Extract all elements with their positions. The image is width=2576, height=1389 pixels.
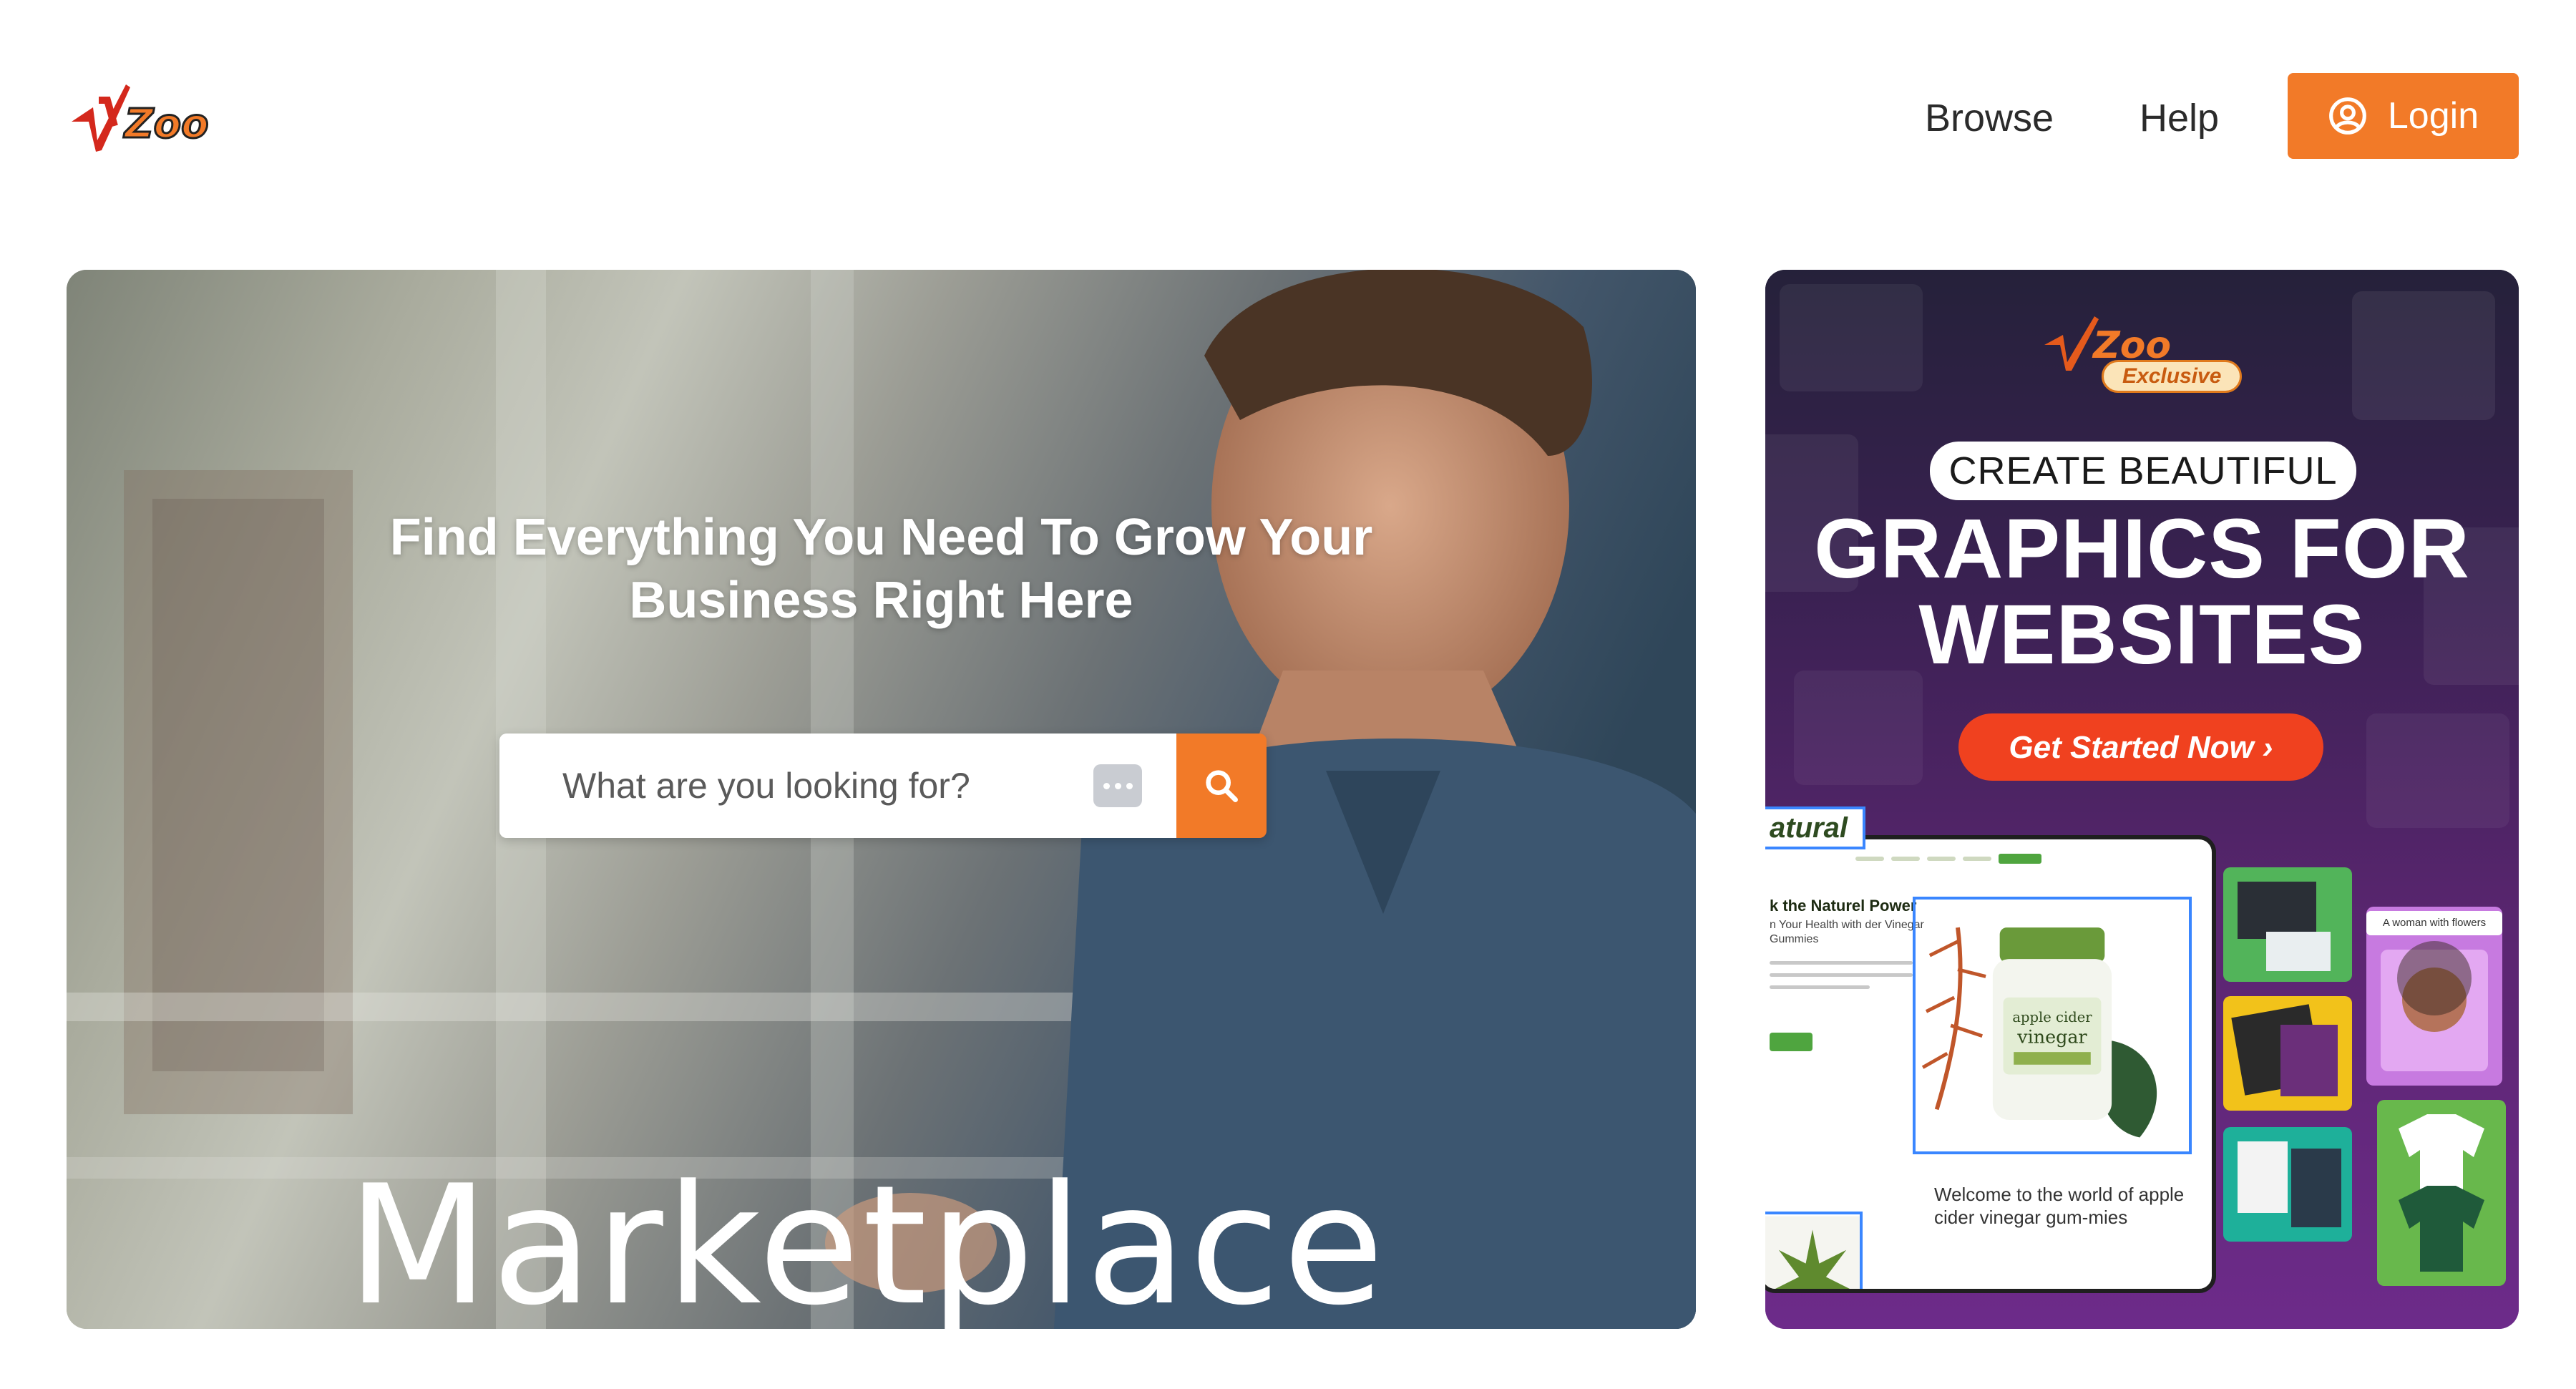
svg-text:Zoo: Zoo [123, 101, 209, 147]
search-bar [499, 734, 1267, 838]
jvzoo-logo-icon: Zoo [72, 84, 210, 152]
site-header: Zoo Browse Help Login [0, 0, 2576, 236]
cannabis-leaf-frame [1765, 1212, 1863, 1289]
mockup-welcome-text: Welcome to the world of apple cider vine… [1934, 1184, 2185, 1228]
search-icon [1206, 770, 1238, 802]
thumbnail-digital-teal [2223, 1127, 2352, 1242]
thumbnail-tshirt-green [2377, 1100, 2506, 1286]
hero-banner: Find Everything You Need To Grow Your Bu… [67, 270, 1696, 1329]
woman-with-flowers-tag: A woman with flowers [2366, 911, 2502, 935]
hero-title-line-1: Find Everything You Need To Grow Your [389, 509, 1373, 566]
nav-browse-link[interactable]: Browse [1925, 89, 2054, 147]
mockup-green-button [1770, 1033, 1813, 1051]
thumbnail-fitness-yellow [2223, 996, 2352, 1111]
product-image-frame: apple cider vinegar [1913, 897, 2192, 1154]
hero-title-line-2: Business Right Here [629, 572, 1133, 629]
jvzoo-logo[interactable]: Zoo [64, 72, 236, 165]
login-label: Login [2387, 95, 2479, 137]
more-options-icon[interactable] [1093, 764, 1142, 807]
promo-banner[interactable]: Zoo Exclusive CREATE BEAUTIFUL GRAPHICS … [1765, 270, 2519, 1329]
search-button[interactable] [1176, 734, 1267, 838]
nav-help-link[interactable]: Help [2140, 89, 2219, 147]
product-label: apple cider [2012, 1009, 2092, 1025]
svg-text:vinegar: vinegar [2016, 1025, 2087, 1047]
marketplace-heading: Marketplace [346, 1151, 1387, 1330]
user-circle-icon [2328, 96, 2368, 136]
website-mockup: k the Naturel Power n Your Health with d… [1765, 835, 2216, 1293]
hero-title: Find Everything You Need To Grow Your Bu… [67, 506, 1696, 632]
natural-brand-label: atural [1765, 806, 1865, 849]
mockup-nav-bar [1855, 851, 2206, 867]
mockup-text-lines [1770, 961, 1913, 998]
login-button[interactable]: Login [2288, 73, 2519, 159]
search-input[interactable] [499, 734, 1176, 838]
thumbnail-website-green [2223, 867, 2352, 982]
